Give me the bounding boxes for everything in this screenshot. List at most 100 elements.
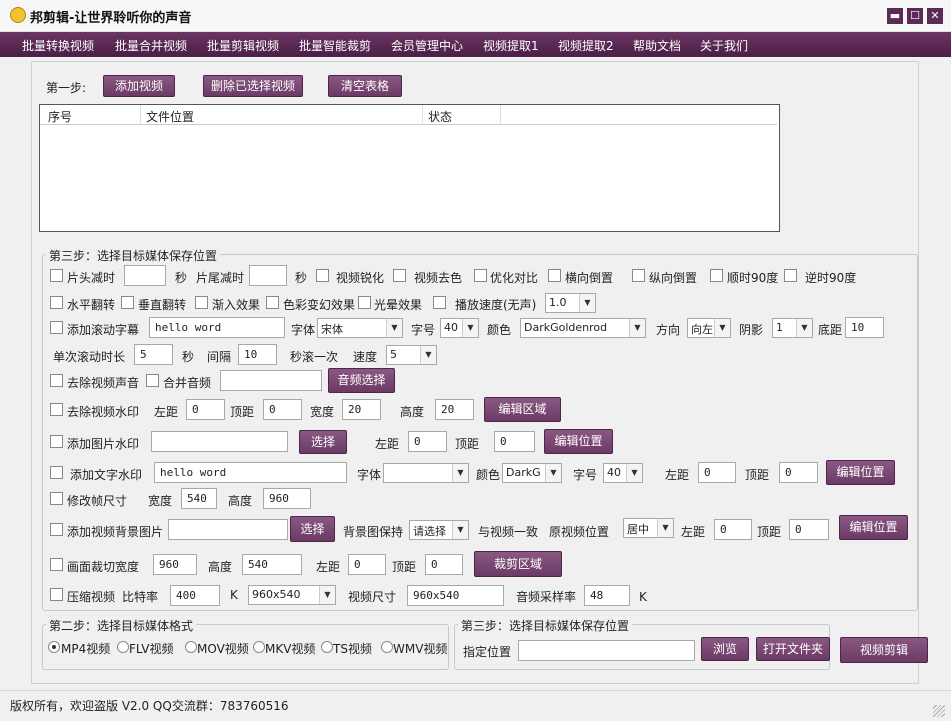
text-wm-color-select[interactable]: DarkG ▼ xyxy=(502,463,562,483)
color-effect-checkbox[interactable] xyxy=(266,296,279,309)
interval-input[interactable]: 10 xyxy=(238,344,277,365)
audio-path-input[interactable] xyxy=(220,370,322,391)
menu-member-center[interactable]: 会员管理中心 xyxy=(391,37,463,54)
edit-position-button[interactable]: 编辑位置 xyxy=(544,429,613,454)
scroll-speed-select[interactable]: 5 ▼ xyxy=(386,345,437,365)
edit-position-button[interactable]: 编辑位置 xyxy=(839,515,908,540)
menu-extract-1[interactable]: 视频提取1 xyxy=(483,37,539,54)
text-wm-font-select[interactable]: ▼ xyxy=(383,463,469,483)
video-size-input[interactable]: 960x540 xyxy=(407,585,504,606)
font-size-select[interactable]: 40 ▼ xyxy=(440,318,479,338)
bg-image-checkbox[interactable] xyxy=(50,523,63,536)
font-select[interactable]: 宋体 ▼ xyxy=(317,318,403,338)
edit-position-button[interactable]: 编辑位置 xyxy=(826,460,895,485)
img-top-input[interactable]: 0 xyxy=(494,431,535,452)
format-radio-mp4[interactable] xyxy=(48,641,60,653)
maximize-button[interactable]: ☐ xyxy=(907,8,923,24)
file-table[interactable]: 序号 文件位置 状态 xyxy=(39,104,780,232)
format-radio-wmv[interactable] xyxy=(381,641,393,653)
menu-extract-2[interactable]: 视频提取2 xyxy=(558,37,614,54)
fade-in-checkbox[interactable] xyxy=(195,296,208,309)
format-radio-mov[interactable] xyxy=(185,641,197,653)
text-wm-left-input[interactable]: 0 xyxy=(698,462,736,483)
decolor-checkbox[interactable] xyxy=(393,269,406,282)
bg-left-input[interactable]: 0 xyxy=(714,519,752,540)
remove-watermark-checkbox[interactable] xyxy=(50,403,63,416)
remove-audio-checkbox[interactable] xyxy=(50,374,63,387)
resize-height-input[interactable]: 960 xyxy=(263,488,311,509)
color-select[interactable]: DarkGoldenrod ▼ xyxy=(520,318,646,338)
speed-select[interactable]: 1.0 ▼ xyxy=(545,293,596,313)
direction-select[interactable]: 向左 ▼ xyxy=(687,318,731,338)
scroll-subtitle-checkbox[interactable] xyxy=(50,321,63,334)
open-folder-button[interactable]: 打开文件夹 xyxy=(756,637,830,661)
horizontal-invert-checkbox[interactable] xyxy=(548,269,561,282)
resize-width-input[interactable]: 540 xyxy=(181,488,217,509)
close-button[interactable]: ✕ xyxy=(927,8,943,24)
contrast-checkbox[interactable] xyxy=(474,269,487,282)
save-path-input[interactable] xyxy=(518,640,695,661)
vflip-checkbox[interactable] xyxy=(121,296,134,309)
menu-about[interactable]: 关于我们 xyxy=(700,37,748,54)
edit-area-button[interactable]: 编辑区域 xyxy=(484,397,561,422)
bg-top-input[interactable]: 0 xyxy=(789,519,829,540)
merge-audio-checkbox[interactable] xyxy=(146,374,159,387)
minimize-button[interactable]: ▬ xyxy=(887,8,903,24)
column-header-path[interactable]: 文件位置 xyxy=(146,108,194,125)
size-select[interactable]: 960x540 ▼ xyxy=(248,585,336,605)
crop-height-input[interactable]: 540 xyxy=(242,554,302,575)
speed-checkbox[interactable] xyxy=(433,296,446,309)
rotate-ccw-checkbox[interactable] xyxy=(784,269,797,282)
subtitle-text-input[interactable]: hello word xyxy=(149,317,285,338)
menu-batch-merge[interactable]: 批量合并视频 xyxy=(115,37,187,54)
bg-image-path-input[interactable] xyxy=(168,519,288,540)
crop-width-input[interactable]: 960 xyxy=(153,554,197,575)
format-radio-mkv[interactable] xyxy=(253,641,265,653)
resize-grip-icon[interactable] xyxy=(933,705,945,717)
audio-select-button[interactable]: 音频选择 xyxy=(328,368,395,393)
process-video-button[interactable]: 视频剪辑 xyxy=(840,637,928,663)
resize-checkbox[interactable] xyxy=(50,492,63,505)
text-watermark-input[interactable]: hello word xyxy=(154,462,347,483)
head-cut-input[interactable] xyxy=(124,265,166,286)
column-header-index[interactable]: 序号 xyxy=(48,108,72,125)
vertical-invert-checkbox[interactable] xyxy=(632,269,645,282)
bottom-input[interactable]: 10 xyxy=(845,317,884,338)
img-left-input[interactable]: 0 xyxy=(408,431,447,452)
text-wm-size-select[interactable]: 40 ▼ xyxy=(603,463,643,483)
browse-button[interactable]: 浏览 xyxy=(701,637,749,661)
compress-checkbox[interactable] xyxy=(50,588,63,601)
menu-batch-convert[interactable]: 批量转换视频 xyxy=(22,37,94,54)
glow-checkbox[interactable] xyxy=(358,296,371,309)
audio-sample-rate-input[interactable]: 48 xyxy=(584,585,630,606)
wm-top-input[interactable]: 0 xyxy=(263,399,302,420)
hflip-checkbox[interactable] xyxy=(50,296,63,309)
position-select[interactable]: 居中 ▼ xyxy=(623,518,674,538)
crop-area-button[interactable]: 裁剪区域 xyxy=(474,551,562,577)
text-watermark-checkbox[interactable] xyxy=(50,466,63,479)
bg-keep-select[interactable]: 请选择 ▼ xyxy=(409,520,469,540)
crop-top-input[interactable]: 0 xyxy=(425,554,463,575)
menu-batch-edit[interactable]: 批量剪辑视频 xyxy=(207,37,279,54)
clear-table-button[interactable]: 清空表格 xyxy=(328,75,402,97)
tail-cut-input[interactable] xyxy=(249,265,287,286)
wm-left-input[interactable]: 0 xyxy=(186,399,225,420)
image-select-button[interactable]: 选择 xyxy=(299,430,347,454)
shadow-select[interactable]: 1 ▼ xyxy=(772,318,813,338)
column-header-status[interactable]: 状态 xyxy=(428,108,452,125)
image-watermark-checkbox[interactable] xyxy=(50,435,63,448)
crop-checkbox[interactable] xyxy=(50,558,63,571)
text-wm-top-input[interactable]: 0 xyxy=(779,462,818,483)
bg-select-button[interactable]: 选择 xyxy=(290,516,335,542)
crop-left-input[interactable]: 0 xyxy=(348,554,386,575)
sharpen-checkbox[interactable] xyxy=(316,269,329,282)
menu-smart-crop[interactable]: 批量智能裁剪 xyxy=(299,37,371,54)
bitrate-input[interactable]: 400 xyxy=(170,585,220,606)
scroll-duration-input[interactable]: 5 xyxy=(134,344,173,365)
rotate-cw-checkbox[interactable] xyxy=(710,269,723,282)
head-cut-checkbox[interactable] xyxy=(50,269,63,282)
format-radio-flv[interactable] xyxy=(117,641,129,653)
image-watermark-path-input[interactable] xyxy=(151,431,288,452)
wm-height-input[interactable]: 20 xyxy=(435,399,474,420)
wm-width-input[interactable]: 20 xyxy=(342,399,381,420)
